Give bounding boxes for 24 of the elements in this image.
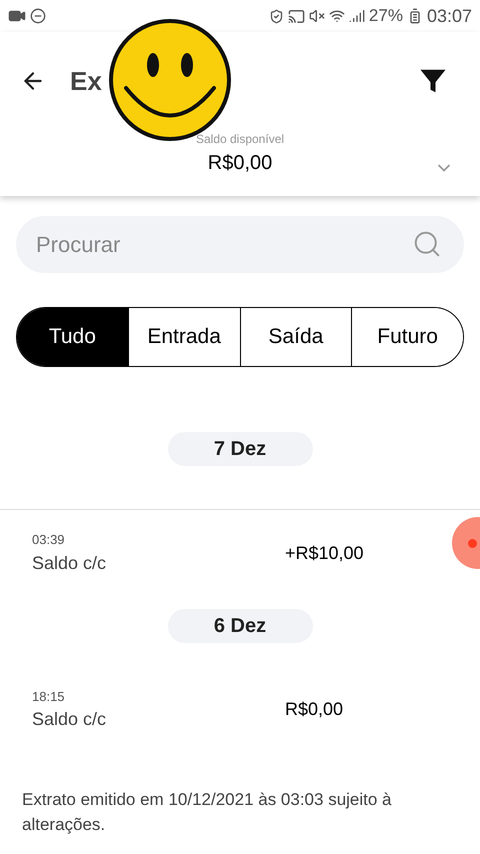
shield-icon [268,8,284,24]
transaction-description: Saldo c/c [32,708,108,731]
transaction-amount: +R$10,00 [285,542,364,565]
signal-icon [348,8,365,24]
transaction-amount: R$0,00 [285,698,344,722]
clock: 03:07 [426,4,472,28]
filter-tab[interactable]: Futuro [351,308,463,366]
date-label: 7 Dez [168,432,312,466]
transaction-time: 03:39 [32,531,66,549]
balance-amount: R$0,00 [208,151,272,176]
search-icon [412,229,442,259]
search-field[interactable]: Procurar [16,216,464,273]
cast-icon [288,8,305,24]
date-label: 6 Dez [168,608,312,642]
filter-tab[interactable]: Tudo [17,308,128,366]
balance-label: Saldo disponível [196,131,284,148]
transaction-description: Saldo c/c [32,552,108,574]
battery-percent: 27% [368,5,403,28]
page-title: Ex [70,64,102,98]
transaction-time: 18:15 [32,688,66,706]
wifi-icon [328,8,345,24]
do-not-disturb-icon [30,8,46,24]
statement-note: Extrato emitido em 10/12/2021 às 03:03 sujeito à alterações. [22,789,393,836]
mute-icon [308,8,325,24]
